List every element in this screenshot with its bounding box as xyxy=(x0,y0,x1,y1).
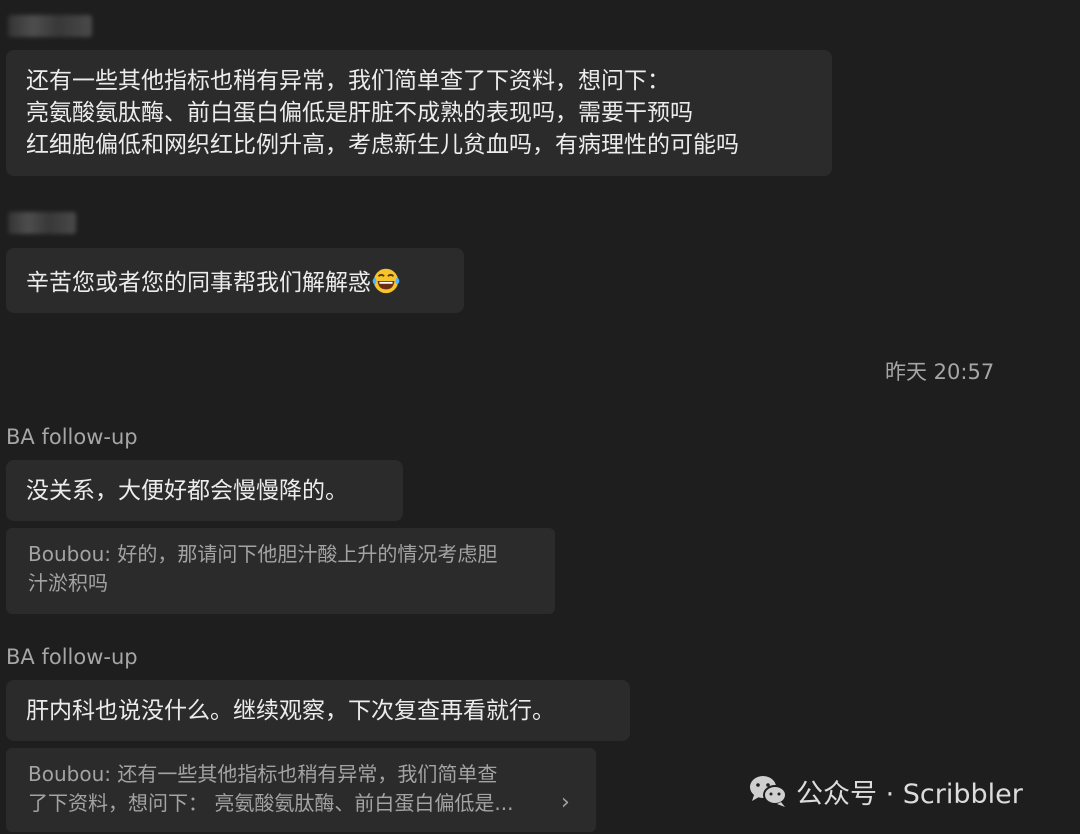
chat-bubble-request[interactable]: 辛苦您或者您的同事帮我们解解惑 xyxy=(6,248,464,313)
message-text: 肝内科也说没什么。继续观察，下次复查再看就行。 xyxy=(26,698,555,724)
watermark: 公众号 · Scribbler xyxy=(748,772,1023,810)
message-line: 亮氨酸氨肽酶、前白蛋白偏低是肝脏不成熟的表现吗，需要干预吗 xyxy=(26,100,693,126)
quote-line: Boubou: 好的，那请问下他胆汁酸上升的情况考虑胆 xyxy=(28,542,498,566)
message-text: 辛苦您或者您的同事帮我们解解惑 xyxy=(26,270,371,296)
watermark-text: 公众号 · Scribbler xyxy=(796,778,1023,810)
chevron-right-icon[interactable]: › xyxy=(561,790,570,815)
message-text: 没关系，大便好都会慢慢降的。 xyxy=(26,478,348,504)
quoted-message[interactable]: Boubou: 好的，那请问下他胆汁酸上升的情况考虑胆 汁淤积吗 xyxy=(6,528,555,614)
quote-line: 汁淤积吗 xyxy=(28,571,108,595)
chat-bubble-reply[interactable]: 肝内科也说没什么。继续观察，下次复查再看就行。 xyxy=(6,680,630,741)
blurred-sender-name xyxy=(8,15,92,37)
quote-line: 了下资料，想问下： 亮氨酸氨肽酶、前白蛋白偏低是... xyxy=(28,791,514,815)
blurred-sender-name xyxy=(8,212,76,234)
sender-name: BA follow-up xyxy=(6,425,138,449)
quoted-message[interactable]: Boubou: 还有一些其他指标也稍有异常，我们简单查 了下资料，想问下： 亮氨… xyxy=(6,748,596,832)
message-line: 还有一些其他指标也稍有异常，我们简单查了下资料，想问下： xyxy=(26,68,670,94)
chat-bubble-question[interactable]: 还有一些其他指标也稍有异常，我们简单查了下资料，想问下： 亮氨酸氨肽酶、前白蛋白… xyxy=(6,50,832,176)
message-timestamp: 昨天 20:57 xyxy=(885,360,995,384)
wechat-icon xyxy=(750,776,787,807)
quote-line: Boubou: 还有一些其他指标也稍有异常，我们简单查 xyxy=(28,762,498,786)
sender-name: BA follow-up xyxy=(6,645,138,669)
chat-bubble-reply[interactable]: 没关系，大便好都会慢慢降的。 xyxy=(6,460,403,521)
laughing-tears-emoji-icon xyxy=(372,268,400,294)
message-line: 红细胞偏低和网织红比例升高，考虑新生儿贫血吗，有病理性的可能吗 xyxy=(26,132,739,158)
